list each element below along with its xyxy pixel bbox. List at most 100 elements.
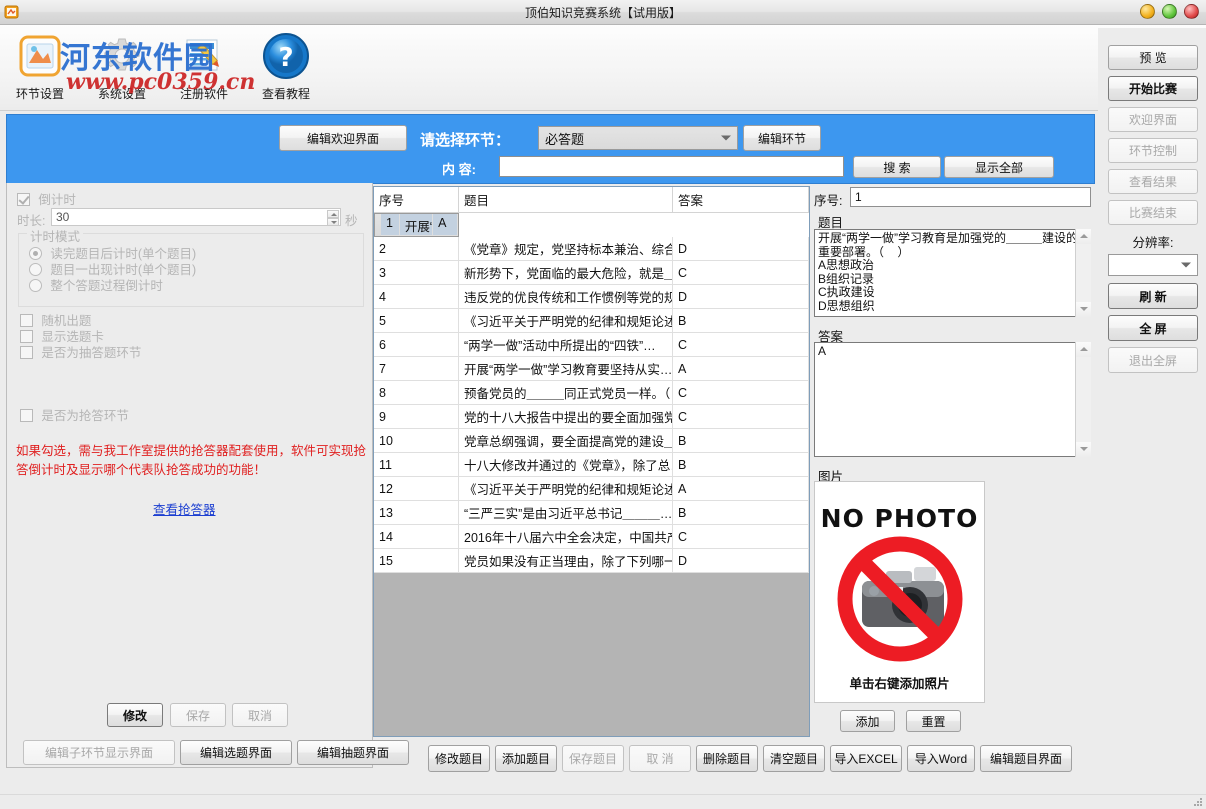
refresh-button[interactable]: 刷 新: [1108, 283, 1198, 309]
bottom-button-8[interactable]: 编辑题目界面: [980, 745, 1072, 772]
table-row[interactable]: 12《习近平关于严明党的纪律和规矩论述…A: [374, 477, 809, 501]
search-button[interactable]: 搜 索: [853, 156, 941, 178]
start-match-button[interactable]: 开始比赛: [1108, 76, 1198, 101]
scroll-down-icon[interactable]: [1076, 442, 1091, 457]
cell-answer: A: [673, 357, 809, 381]
duration-value: 30: [56, 210, 69, 224]
cell-answer: C: [673, 381, 809, 405]
table-row[interactable]: 10党章总纲强调，要全面提高党的建设＿…B: [374, 429, 809, 453]
table-row[interactable]: 6“两学一做”活动中所提出的“四铁”…C: [374, 333, 809, 357]
column-header-no[interactable]: 序号: [374, 187, 459, 213]
column-header-answer[interactable]: 答案: [673, 187, 809, 213]
table-row[interactable]: 8预备党员的＿＿＿同正式党员一样。（ …C: [374, 381, 809, 405]
view-rush-device-link[interactable]: 查看抢答器: [153, 499, 216, 518]
table-row[interactable]: 13“三严三实”是由习近平总书记＿＿＿…B: [374, 501, 809, 525]
question-scrollbar[interactable]: [1075, 229, 1091, 317]
cell-answer: D: [673, 237, 809, 261]
table-header-row: 序号 题目 答案: [374, 187, 809, 213]
draw-question-label: 是否为抽答题环节: [41, 346, 141, 360]
cell-answer: A: [673, 477, 809, 501]
cell-question: 党章总纲强调，要全面提高党的建设＿…: [459, 429, 673, 453]
toolbar-item-chakan-jiaocheng[interactable]: ? 查看教程: [246, 29, 326, 102]
scroll-down-icon[interactable]: [1076, 302, 1091, 317]
edit-select-ui-button[interactable]: 编辑选题界面: [180, 740, 292, 765]
cell-answer: C: [673, 261, 809, 285]
window-controls: [1140, 4, 1199, 19]
table-row[interactable]: 11十八大修改并通过的《党章》，除了总…B: [374, 453, 809, 477]
cell-question: 党员如果没有正当理由，除了下列哪一…: [459, 549, 673, 573]
detail-answer-text[interactable]: A: [814, 342, 1091, 457]
question-table: 序号 题目 答案 1开展“两学一做”学习教育是加强党的…A2《党章》规定，党坚持…: [374, 187, 809, 573]
reset-photo-button[interactable]: 重置: [906, 710, 961, 732]
bottom-button-1[interactable]: 添加题目: [495, 745, 557, 772]
table-row[interactable]: 3新形势下，党面临的最大危险，就是＿…C: [374, 261, 809, 285]
countdown-checkbox-row[interactable]: 倒计时: [17, 189, 76, 208]
timer-mode-option-2[interactable]: 整个答题过程倒计时: [29, 275, 163, 294]
table-row[interactable]: 4违反党的优良传统和工作惯例等党的规…D: [374, 285, 809, 309]
table-row[interactable]: 5《习近平关于严明党的纪律和规矩论述…B: [374, 309, 809, 333]
toolbar-label: 注册软件: [164, 85, 244, 102]
edit-draw-ui-button[interactable]: 编辑抽题界面: [297, 740, 409, 765]
stepper-up-icon[interactable]: [327, 210, 339, 218]
table-row[interactable]: 7开展“两学一做”学习教育要坚持从实…A: [374, 357, 809, 381]
section-select-label: 请选择环节：: [420, 129, 510, 150]
fullscreen-button[interactable]: 全 屏: [1108, 315, 1198, 341]
content-label: 内 容:: [442, 159, 476, 178]
bottom-button-6[interactable]: 导入EXCEL: [830, 745, 902, 772]
rush-answer-label: 是否为抢答环节: [41, 409, 129, 423]
resize-grip-icon[interactable]: [1193, 797, 1203, 807]
radio-icon[interactable]: [29, 279, 42, 292]
edit-section-button[interactable]: 编辑环节: [743, 125, 821, 151]
cell-no: 8: [374, 381, 459, 405]
bottom-button-0[interactable]: 修改题目: [428, 745, 490, 772]
window-title: 顶伯知识竞赛系统【试用版】: [0, 4, 1206, 21]
minimize-button[interactable]: [1140, 4, 1155, 19]
table-row[interactable]: 142016年十八届六中全会决定，中国共产…C: [374, 525, 809, 549]
settings-card-icon: [0, 29, 80, 83]
cell-question: 《习近平关于严明党的纪律和规矩论述…: [459, 309, 673, 333]
bottom-button-7[interactable]: 导入Word: [907, 745, 975, 772]
question-grid[interactable]: 序号 题目 答案 1开展“两学一做”学习教育是加强党的…A2《党章》规定，党坚持…: [373, 186, 810, 737]
modify-button[interactable]: 修改: [107, 703, 163, 727]
rush-answer-checkbox[interactable]: [20, 409, 33, 422]
bottom-button-4[interactable]: 删除题目: [696, 745, 758, 772]
detail-question-text[interactable]: 开展“两学一做”学习教育是加强党的＿＿＿建设的重要部署。（ ） A思想政治 B组…: [814, 229, 1091, 317]
cell-question: 党的十八大报告中提出的要全面加强党…: [459, 405, 673, 429]
table-row[interactable]: 9党的十八大报告中提出的要全面加强党…C: [374, 405, 809, 429]
table-row[interactable]: 1开展“两学一做”学习教育是加强党的…A: [374, 213, 459, 237]
right-action-column: 预 览 开始比赛 欢迎界面 环节控制 查看结果 比赛结束 分辨率: 刷 新 全 …: [1098, 28, 1206, 808]
photo-preview[interactable]: NO PHOTO 单击右键添加照片: [814, 481, 985, 703]
scroll-up-icon[interactable]: [1076, 229, 1091, 244]
show-all-button[interactable]: 显示全部: [944, 156, 1054, 178]
detail-no-input[interactable]: [850, 187, 1091, 207]
end-match-button: 比赛结束: [1108, 200, 1198, 225]
preview-button[interactable]: 预 览: [1108, 45, 1198, 70]
toolbar-item-huanjie-shezhi[interactable]: 环节设置: [0, 29, 80, 102]
content-search-input[interactable]: [499, 156, 844, 177]
resolution-select[interactable]: [1108, 254, 1198, 276]
countdown-checkbox[interactable]: [17, 193, 30, 206]
cell-no: 6: [374, 333, 459, 357]
table-row[interactable]: 15党员如果没有正当理由，除了下列哪一…D: [374, 549, 809, 573]
cell-no: 9: [374, 405, 459, 429]
scroll-up-icon[interactable]: [1076, 342, 1091, 357]
answer-scrollbar[interactable]: [1075, 342, 1091, 457]
stepper-down-icon[interactable]: [327, 218, 339, 226]
draw-question-row[interactable]: 是否为抽答题环节: [20, 342, 141, 361]
add-photo-button[interactable]: 添加: [840, 710, 895, 732]
welcome-screen-button: 欢迎界面: [1108, 107, 1198, 132]
toolbar-item-xitong-shezhi[interactable]: 系统设置: [82, 29, 162, 102]
cell-answer: D: [673, 549, 809, 573]
table-row[interactable]: 2《党章》规定，党坚持标本兼治、综合…D: [374, 237, 809, 261]
rush-answer-row[interactable]: 是否为抢答环节: [20, 405, 129, 424]
section-select[interactable]: 必答题: [538, 126, 738, 150]
column-header-question[interactable]: 题目: [459, 187, 673, 213]
draw-question-checkbox[interactable]: [20, 346, 33, 359]
edit-welcome-button[interactable]: 编辑欢迎界面: [279, 125, 407, 151]
bottom-button-5[interactable]: 清空题目: [763, 745, 825, 772]
duration-stepper[interactable]: 30: [51, 208, 341, 226]
maximize-button[interactable]: [1162, 4, 1177, 19]
toolbar-item-zhuce-ruanjian[interactable]: 注册软件: [164, 29, 244, 102]
exit-fullscreen-button: 退出全屏: [1108, 347, 1198, 373]
close-button[interactable]: [1184, 4, 1199, 19]
